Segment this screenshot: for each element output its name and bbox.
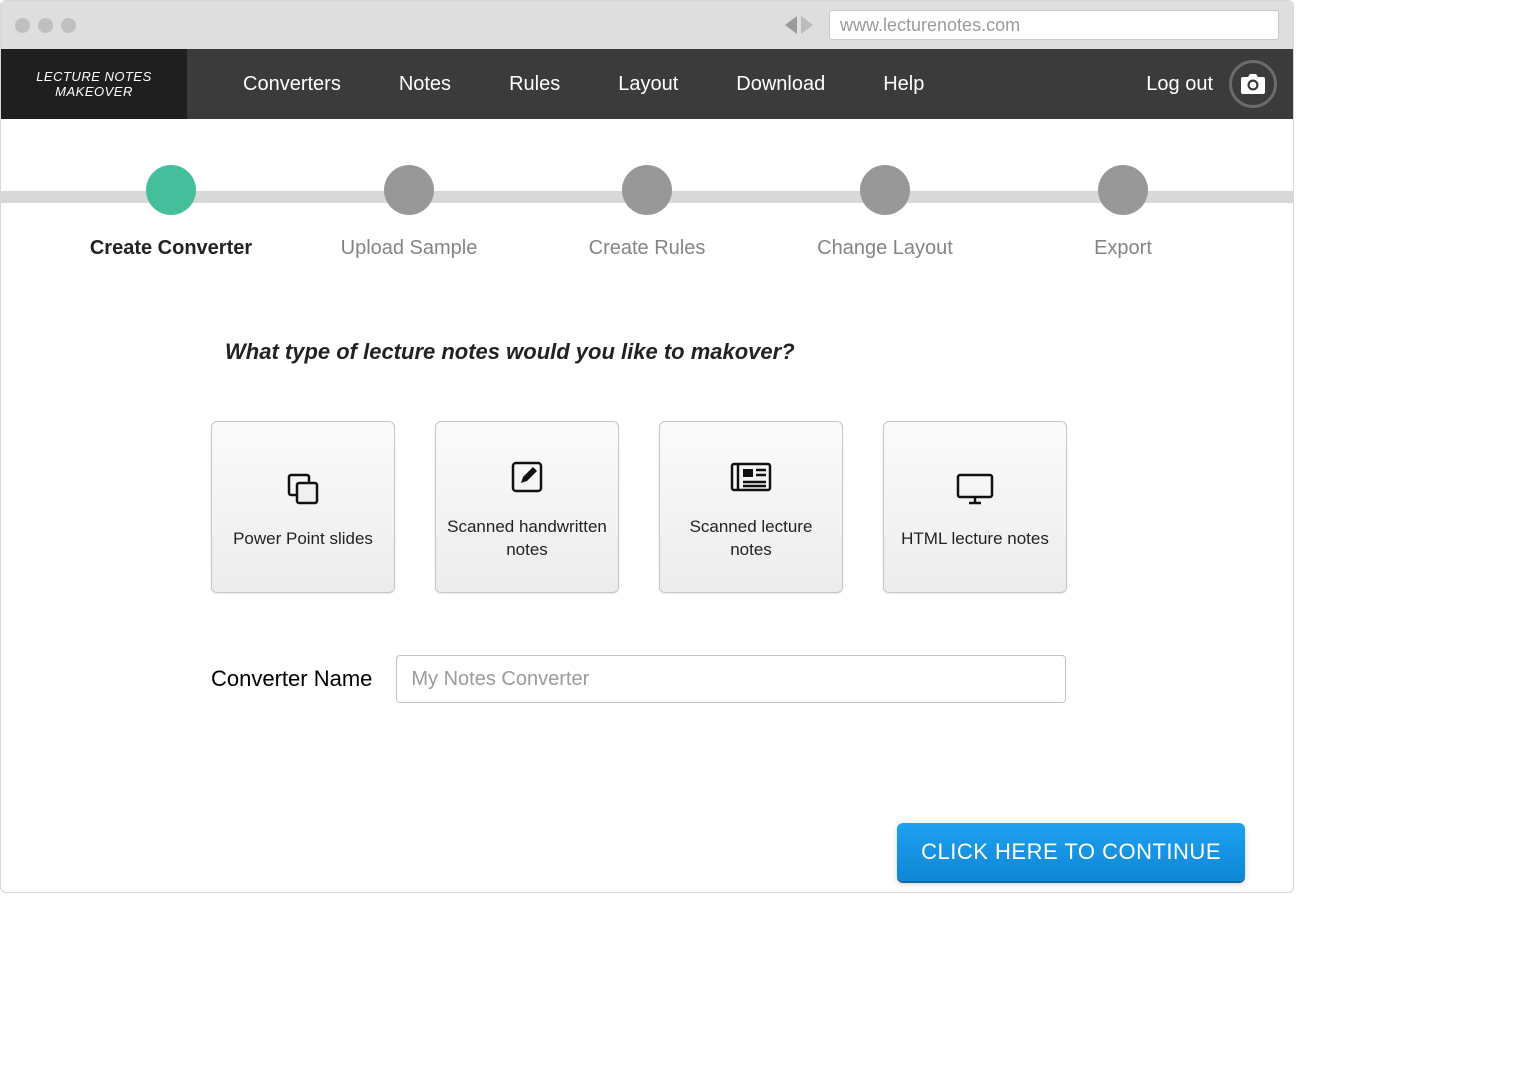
monitor-icon: [955, 472, 995, 506]
step-change-layout[interactable]: Change Layout: [795, 165, 975, 260]
step-label: Create Rules: [589, 237, 706, 260]
step-circle: [146, 165, 196, 215]
camera-icon: [1241, 74, 1265, 94]
camera-button[interactable]: [1229, 60, 1277, 108]
question-heading: What type of lecture notes would you lik…: [1, 339, 1293, 365]
nav-item-notes[interactable]: Notes: [399, 73, 451, 96]
card-label: Scanned lecture notes: [660, 516, 842, 562]
browser-back-icon[interactable]: [785, 16, 797, 34]
nav-item-rules[interactable]: Rules: [509, 73, 560, 96]
step-label: Change Layout: [817, 237, 953, 260]
window-minimize-dot[interactable]: [38, 18, 53, 33]
edit-icon: [510, 460, 544, 494]
brand-line2: MAKEOVER: [55, 84, 133, 99]
copy-icon: [284, 470, 322, 508]
card-scanned-lecture[interactable]: Scanned lecture notes: [659, 421, 843, 593]
top-nav: LECTURE NOTES MAKEOVER Converters Notes …: [1, 49, 1293, 119]
step-label: Upload Sample: [341, 237, 478, 260]
browser-url-text: www.lecturenotes.com: [840, 15, 1020, 36]
step-label: Export: [1094, 237, 1152, 260]
browser-url-bar[interactable]: www.lecturenotes.com: [829, 10, 1279, 40]
type-cards: Power Point slides Scanned handwritten n…: [1, 421, 1293, 593]
continue-button[interactable]: CLICK HERE TO CONTINUE: [897, 823, 1245, 881]
newspaper-icon: [730, 462, 772, 492]
card-handwritten[interactable]: Scanned handwritten notes: [435, 421, 619, 593]
card-powerpoint[interactable]: Power Point slides: [211, 421, 395, 593]
nav-item-help[interactable]: Help: [883, 73, 924, 96]
step-circle: [1098, 165, 1148, 215]
step-create-converter[interactable]: Create Converter: [81, 165, 261, 260]
nav-links: Converters Notes Rules Layout Download H…: [187, 73, 924, 96]
browser-chrome: www.lecturenotes.com: [1, 1, 1293, 49]
nav-item-converters[interactable]: Converters: [243, 73, 341, 96]
app-window: www.lecturenotes.com LECTURE NOTES MAKEO…: [0, 0, 1294, 893]
step-create-rules[interactable]: Create Rules: [557, 165, 737, 260]
converter-name-input[interactable]: [396, 655, 1066, 703]
step-circle: [384, 165, 434, 215]
window-zoom-dot[interactable]: [61, 18, 76, 33]
step-circle: [622, 165, 672, 215]
card-label: Scanned handwritten notes: [436, 516, 618, 562]
browser-forward-icon[interactable]: [801, 16, 813, 34]
card-html[interactable]: HTML lecture notes: [883, 421, 1067, 593]
window-close-dot[interactable]: [15, 18, 30, 33]
brand-logo[interactable]: LECTURE NOTES MAKEOVER: [1, 49, 187, 119]
step-export[interactable]: Export: [1033, 165, 1213, 260]
nav-item-layout[interactable]: Layout: [618, 73, 678, 96]
step-label: Create Converter: [90, 237, 252, 260]
nav-item-download[interactable]: Download: [736, 73, 825, 96]
logout-link[interactable]: Log out: [1146, 73, 1213, 96]
card-label: HTML lecture notes: [891, 528, 1059, 551]
browser-nav-arrows: [785, 16, 813, 34]
step-circle: [860, 165, 910, 215]
brand-line1: LECTURE NOTES: [36, 69, 152, 84]
converter-name-row: Converter Name: [1, 655, 1293, 703]
step-upload-sample[interactable]: Upload Sample: [319, 165, 499, 260]
main-content: What type of lecture notes would you lik…: [1, 259, 1293, 881]
card-label: Power Point slides: [223, 528, 383, 551]
converter-name-label: Converter Name: [211, 666, 372, 692]
stepper: Create Converter Upload Sample Create Ru…: [1, 119, 1293, 259]
